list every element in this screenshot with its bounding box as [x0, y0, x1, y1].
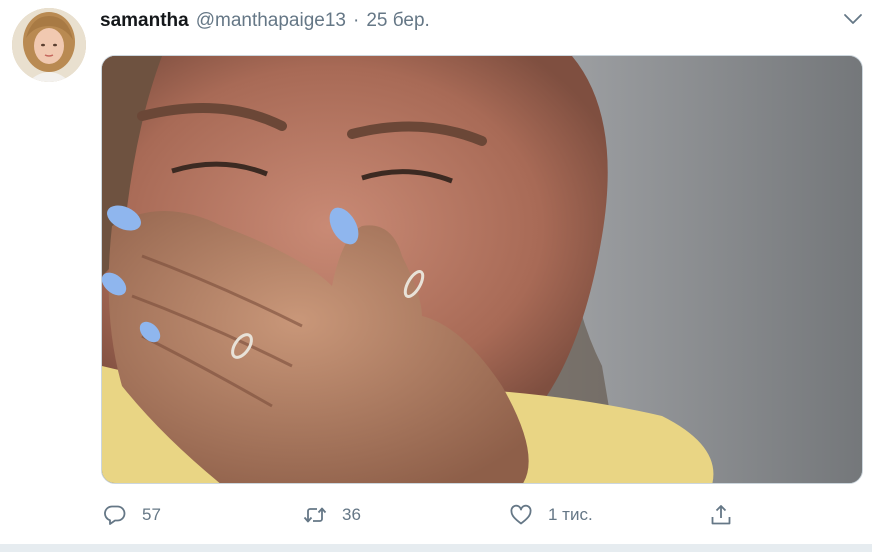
retweet-icon: [303, 507, 327, 523]
tweet-timestamp[interactable]: 25 бер.: [366, 10, 430, 32]
like-count: 1 тис.: [548, 505, 593, 524]
tweet-header: samantha @manthapaige13 · 25 бер.: [100, 10, 430, 34]
avatar-image: [12, 8, 86, 82]
reply-icon: [104, 505, 126, 525]
like-button[interactable]: 1 тис.: [508, 500, 593, 530]
tweet-actions: 57 36 1 тис.: [100, 500, 860, 530]
retweet-button[interactable]: 36: [302, 500, 361, 530]
avatar[interactable]: [12, 8, 86, 82]
heart-icon: [510, 504, 532, 525]
photo-image: [102, 56, 862, 483]
chevron-down-icon[interactable]: [842, 10, 864, 28]
share-icon: [711, 505, 731, 525]
retweet-count: 36: [342, 505, 361, 524]
reply-count: 57: [142, 505, 161, 524]
header-separator: ·: [353, 10, 360, 31]
tweet-card[interactable]: samantha @manthapaige13 · 25 бер. 57 36 …: [0, 0, 872, 544]
user-handle[interactable]: @manthapaige13: [196, 10, 346, 32]
tweet-photo[interactable]: [101, 55, 863, 484]
share-button[interactable]: [708, 500, 734, 530]
display-name[interactable]: samantha: [100, 10, 189, 32]
timeline-divider: [0, 544, 872, 552]
reply-button[interactable]: 57: [102, 500, 161, 530]
